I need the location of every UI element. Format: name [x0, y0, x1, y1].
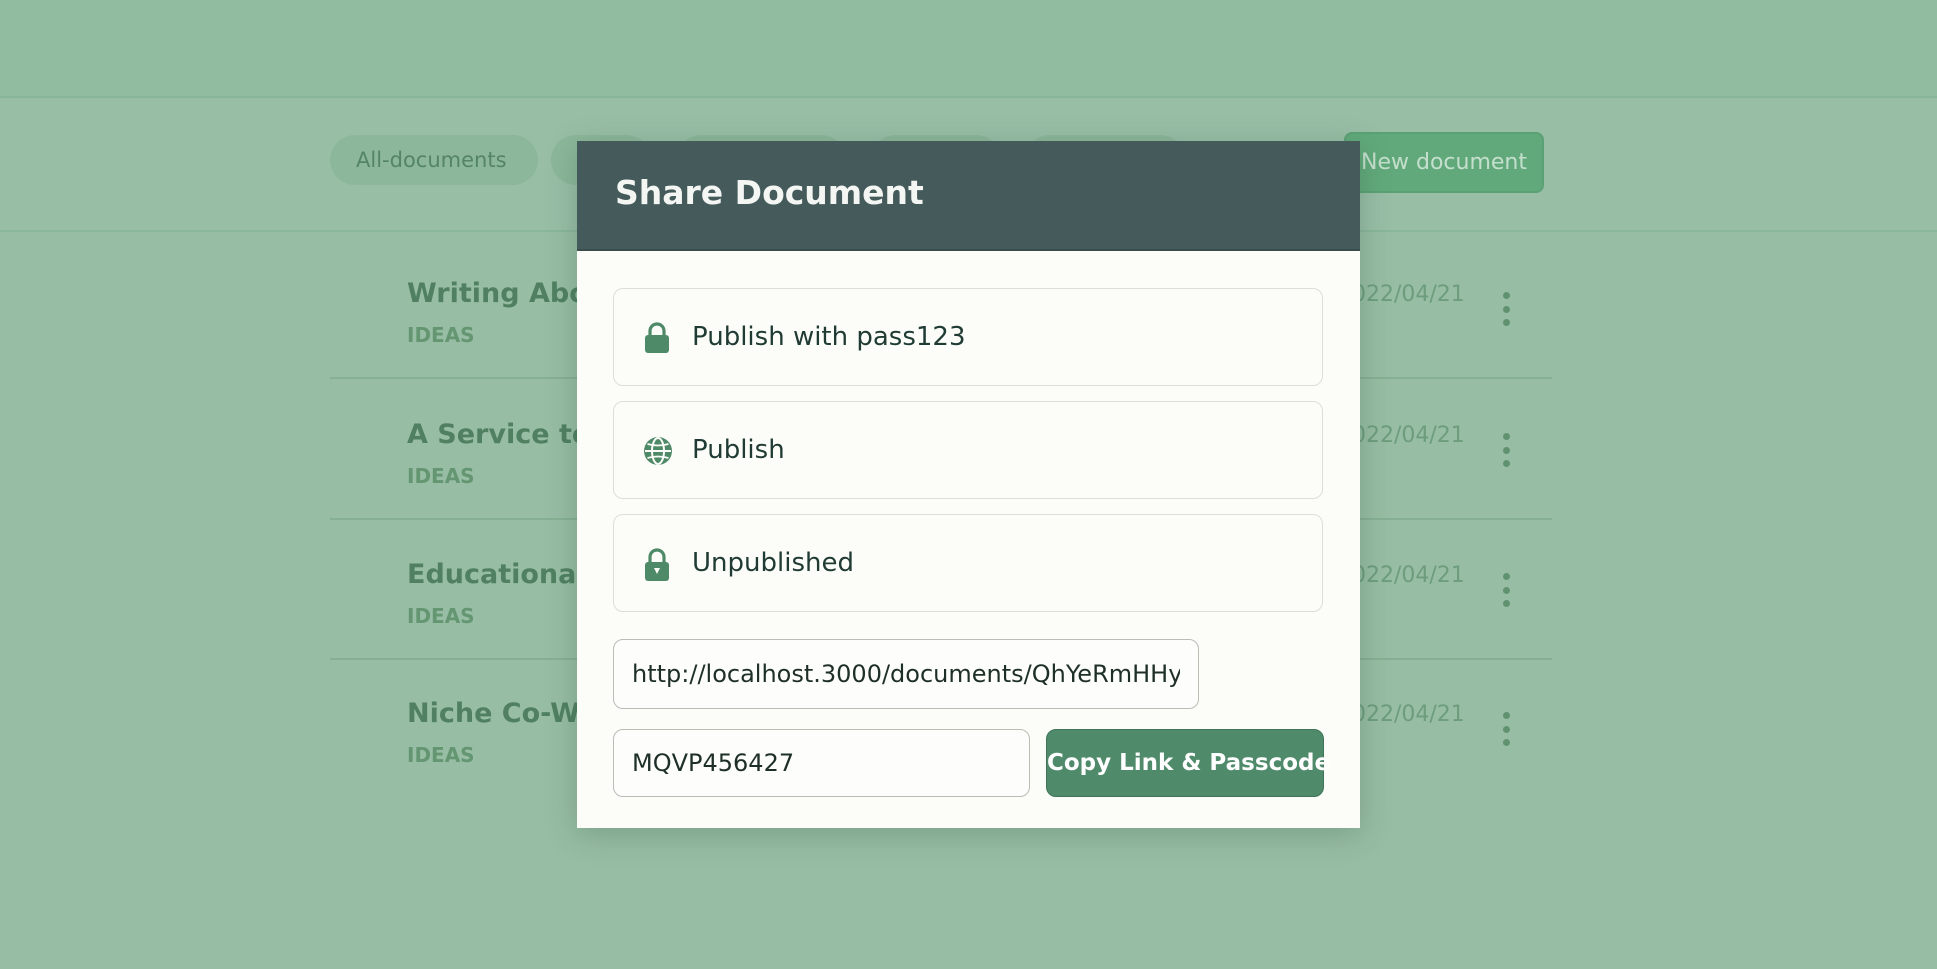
- passcode-field[interactable]: [613, 729, 1030, 797]
- lock-icon: [642, 322, 672, 354]
- modal-header: Share Document: [577, 141, 1360, 251]
- option-label: Publish with pass123: [692, 322, 966, 352]
- globe-icon: [642, 435, 672, 467]
- share-link-field[interactable]: [613, 639, 1199, 709]
- option-unpublished[interactable]: Unpublished: [613, 514, 1323, 612]
- share-document-modal: Share Document Publish with pass123 Publ…: [577, 141, 1360, 828]
- modal-title: Share Document: [615, 173, 924, 212]
- option-publish-with-password[interactable]: Publish with pass123: [613, 288, 1323, 386]
- option-label: Unpublished: [692, 548, 854, 578]
- option-publish[interactable]: Publish: [613, 401, 1323, 499]
- lock-closed-icon: [642, 548, 672, 581]
- copy-link-passcode-button[interactable]: Copy Link & Passcode: [1046, 729, 1330, 797]
- option-label: Publish: [692, 435, 785, 465]
